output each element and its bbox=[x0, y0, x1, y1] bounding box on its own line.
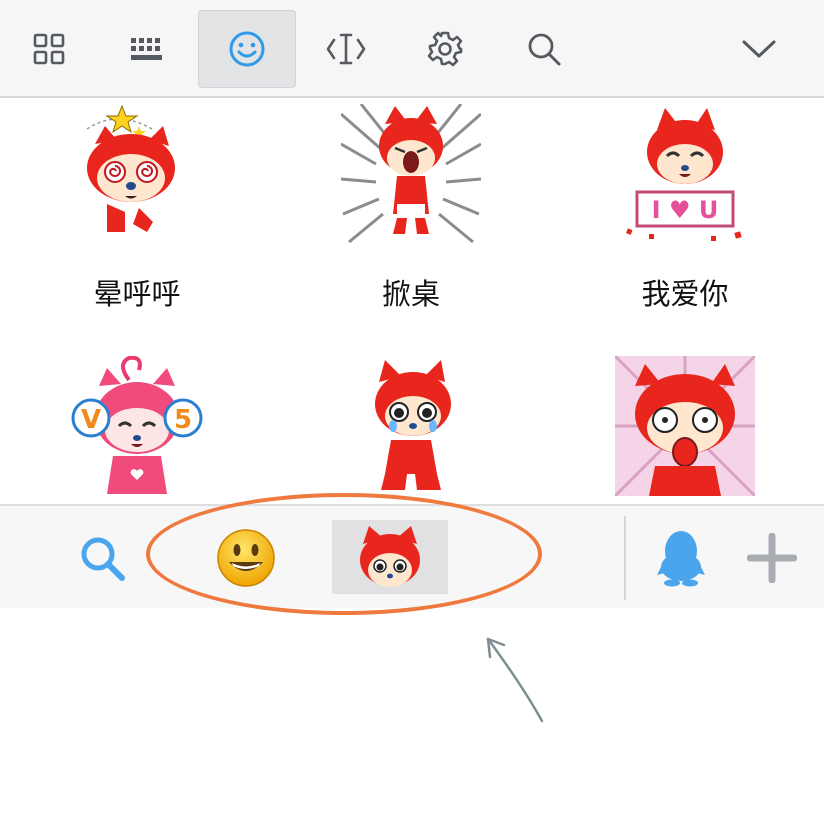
sticker-cell[interactable]: 晕呼呼 bbox=[0, 104, 274, 312]
fox-sticker-pack-icon bbox=[360, 526, 420, 587]
add-sticker-button[interactable] bbox=[740, 524, 804, 592]
text-cursor-icon bbox=[326, 33, 366, 65]
smiley-emoji-icon bbox=[217, 529, 275, 587]
love-sign-text: I ♥ U bbox=[652, 196, 719, 224]
i-love-you-fox-sticker: I ♥ U bbox=[626, 108, 742, 241]
keyboard-toolbar bbox=[0, 0, 824, 98]
sticker-search-button[interactable] bbox=[62, 524, 142, 592]
v5-fox-sticker: V 5 bbox=[71, 355, 203, 494]
sticker-label: 掀桌 bbox=[381, 277, 440, 311]
sticker-label: 我爱你 bbox=[641, 277, 729, 311]
sticker-cell[interactable] bbox=[548, 354, 822, 500]
sticker-cell[interactable] bbox=[274, 356, 548, 500]
sticker-cell[interactable]: I ♥ U 我爱你 bbox=[548, 104, 822, 312]
grid-icon bbox=[33, 33, 65, 65]
crying-fox-sticker bbox=[375, 360, 451, 490]
plus-icon bbox=[747, 533, 797, 583]
dizzy-fox-sticker bbox=[86, 104, 175, 232]
shocked-fox-sticker bbox=[613, 354, 757, 498]
settings-button[interactable] bbox=[396, 10, 494, 88]
emoji-icon bbox=[229, 31, 265, 67]
text-cursor-button[interactable] bbox=[297, 10, 395, 88]
emoji-tab-button[interactable] bbox=[198, 10, 296, 88]
search-button[interactable] bbox=[495, 10, 593, 88]
grid-button[interactable] bbox=[0, 10, 98, 88]
category-divider bbox=[624, 516, 626, 600]
table-flip-fox-sticker bbox=[340, 103, 482, 244]
keyboard-button[interactable] bbox=[98, 10, 196, 88]
search-icon bbox=[81, 537, 125, 581]
gear-icon bbox=[427, 31, 463, 67]
search-icon bbox=[528, 33, 561, 66]
pointer-arrow-icon bbox=[486, 637, 544, 723]
sticker-grid: 晕呼呼 掀桌 I ♥ U 我爱你 V 5 bbox=[0, 100, 824, 504]
emoji-category-button[interactable] bbox=[200, 520, 292, 596]
fox-pack-category-button[interactable] bbox=[332, 520, 448, 594]
collapse-button[interactable] bbox=[710, 10, 808, 88]
sticker-cell[interactable]: V 5 bbox=[0, 355, 274, 500]
qq-emoji-category-button[interactable] bbox=[646, 524, 716, 592]
sticker-cell[interactable]: 掀桌 bbox=[274, 103, 548, 312]
sticker-label: 晕呼呼 bbox=[93, 277, 181, 311]
v5-left-text: V bbox=[81, 405, 101, 435]
keyboard-icon bbox=[131, 38, 162, 60]
sticker-category-bar bbox=[0, 504, 824, 608]
qq-penguin-icon bbox=[657, 531, 705, 587]
v5-right-text: 5 bbox=[174, 405, 192, 435]
chevron-down-icon bbox=[742, 40, 776, 58]
